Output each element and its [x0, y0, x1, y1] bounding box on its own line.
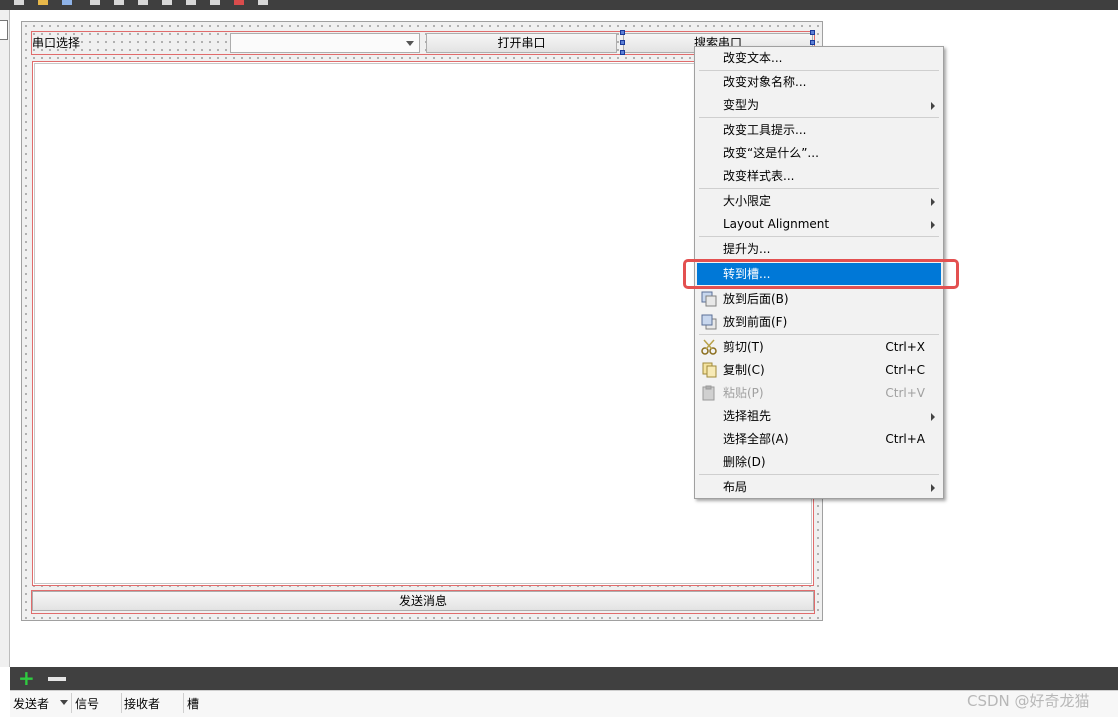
left-panel-edge — [0, 10, 10, 667]
menu-item-label: 布局 — [723, 480, 748, 494]
menu-separator — [699, 236, 939, 237]
menu-separator — [699, 474, 939, 475]
toolbar-buddies-icon[interactable] — [62, 0, 72, 5]
menu-item-delete[interactable]: 删除(D) — [697, 451, 941, 473]
send-message-button[interactable]: 发送消息 — [32, 591, 814, 611]
sort-arrow-icon — [60, 700, 68, 705]
menu-item-send-to-back[interactable]: 放到后面(B) — [697, 288, 941, 310]
port-select-label: 串口选择 — [32, 36, 81, 50]
menu-item-promote-to[interactable]: 提升为... — [697, 238, 941, 260]
menu-separator — [699, 117, 939, 118]
resize-handle-ml[interactable] — [620, 40, 625, 45]
menu-item-size-constraints[interactable]: 大小限定 — [697, 190, 941, 212]
menu-item-shortcut: Ctrl+A — [885, 432, 925, 446]
menu-item-bring-to-front[interactable]: 放到前面(F) — [697, 311, 941, 333]
csdn-watermark: CSDN @好奇龙猫 — [967, 692, 1090, 710]
column-divider — [183, 693, 184, 713]
toolbar-form-layout-icon[interactable] — [186, 0, 196, 5]
submenu-arrow-icon — [931, 221, 935, 229]
menu-separator — [699, 334, 939, 335]
copy-icon — [702, 362, 717, 378]
menu-item-label: Layout Alignment — [723, 217, 830, 231]
toolbar-adjust-size-icon[interactable] — [258, 0, 268, 5]
toolbar-splitter-v-icon[interactable] — [162, 0, 172, 5]
add-connection-icon[interactable]: + — [18, 668, 35, 688]
column-divider — [71, 693, 72, 713]
toolbar-horizontal-layout-icon[interactable] — [90, 0, 100, 5]
menu-item-label: 改变文本... — [723, 51, 783, 65]
submenu-arrow-icon — [931, 198, 935, 206]
menu-item-label: 粘贴(P) — [723, 386, 764, 400]
send-to-back-icon — [701, 291, 717, 307]
submenu-arrow-icon — [931, 102, 935, 110]
submenu-arrow-icon — [931, 484, 935, 492]
column-sender[interactable]: 发送者 — [13, 695, 49, 713]
menu-item-cut[interactable]: 剪切(T) Ctrl+X — [697, 336, 941, 358]
column-slot[interactable]: 槽 — [187, 695, 199, 713]
toolbar-splitter-h-icon[interactable] — [138, 0, 148, 5]
toolbar-vertical-layout-icon[interactable] — [114, 0, 124, 5]
menu-item-layout[interactable]: 布局 — [697, 476, 941, 498]
left-edge-marker — [0, 20, 8, 40]
menu-item-label: 选择祖先 — [723, 409, 772, 423]
resize-handle-tr[interactable] — [810, 30, 815, 35]
menu-item-change-text[interactable]: 改变文本... — [697, 47, 941, 69]
menu-item-label: 复制(C) — [723, 363, 765, 377]
menu-item-change-tooltip[interactable]: 改变工具提示... — [697, 119, 941, 141]
menu-item-label: 改变工具提示... — [723, 123, 807, 137]
submenu-arrow-icon — [931, 413, 935, 421]
annotation-highlight-box — [683, 259, 959, 289]
toolbar-edit-widgets-icon[interactable] — [14, 0, 24, 5]
menu-item-shortcut: Ctrl+V — [885, 386, 925, 400]
menu-item-change-object-name[interactable]: 改变对象名称... — [697, 71, 941, 93]
scissors-icon — [701, 339, 717, 355]
menu-separator — [699, 188, 939, 189]
column-signal[interactable]: 信号 — [75, 695, 99, 713]
toolbar-signals-slots-icon[interactable] — [38, 0, 48, 5]
menu-item-label: 删除(D) — [723, 455, 766, 469]
menu-item-label: 改变对象名称... — [723, 75, 807, 89]
signal-slot-toolbar: + — [10, 667, 1118, 690]
chevron-down-icon — [406, 41, 414, 46]
bring-to-front-icon — [701, 314, 717, 330]
resize-handle-mr[interactable] — [810, 40, 815, 45]
menu-item-label: 剪切(T) — [723, 340, 764, 354]
toolbar-break-layout-icon[interactable] — [234, 0, 244, 5]
column-receiver[interactable]: 接收者 — [124, 695, 160, 713]
menu-item-shortcut: Ctrl+C — [885, 363, 925, 377]
menu-item-label: 放到后面(B) — [723, 292, 789, 306]
menu-item-shortcut: Ctrl+X — [885, 340, 925, 354]
menu-item-layout-alignment[interactable]: Layout Alignment — [697, 213, 941, 235]
menu-item-paste[interactable]: 粘贴(P) Ctrl+V — [697, 382, 941, 404]
designer-toolbar — [0, 0, 1118, 10]
menu-item-copy[interactable]: 复制(C) Ctrl+C — [697, 359, 941, 381]
menu-item-select-ancestor[interactable]: 选择祖先 — [697, 405, 941, 427]
port-combo-box[interactable] — [230, 33, 420, 53]
column-divider — [121, 693, 122, 713]
menu-item-label: 放到前面(F) — [723, 315, 788, 329]
menu-item-morph-into[interactable]: 变型为 — [697, 94, 941, 116]
signal-slot-header: 发送者 信号 接收者 槽 — [10, 690, 1118, 717]
menu-item-label: 改变样式表... — [723, 169, 795, 183]
menu-item-label: 提升为... — [723, 242, 771, 256]
menu-item-label: 变型为 — [723, 98, 760, 112]
menu-item-label: 改变“这是什么”... — [723, 146, 819, 160]
paste-icon — [702, 385, 715, 401]
remove-connection-icon[interactable] — [48, 677, 66, 681]
menu-item-select-all[interactable]: 选择全部(A) Ctrl+A — [697, 428, 941, 450]
menu-item-change-whats-this[interactable]: 改变“这是什么”... — [697, 142, 941, 164]
menu-item-label: 大小限定 — [723, 194, 772, 208]
resize-handle-tl[interactable] — [620, 30, 625, 35]
toolbar-grid-layout-icon[interactable] — [210, 0, 220, 5]
menu-item-change-stylesheet[interactable]: 改变样式表... — [697, 165, 941, 187]
open-port-button[interactable]: 打开串口 — [426, 33, 617, 53]
menu-item-label: 选择全部(A) — [723, 432, 789, 446]
resize-handle-bl[interactable] — [620, 50, 625, 55]
